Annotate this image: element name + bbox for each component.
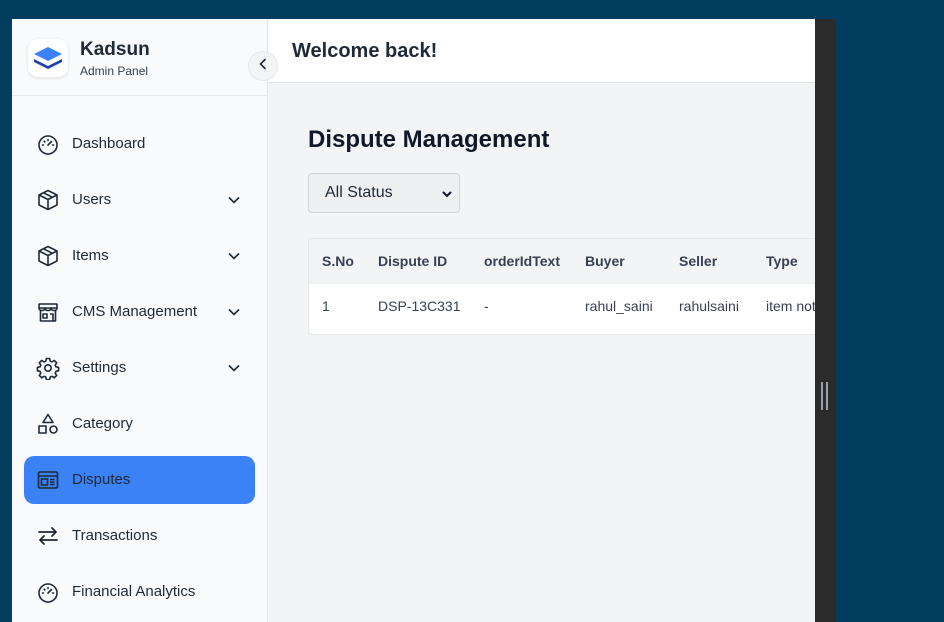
shapes-icon: [36, 412, 60, 436]
table-row[interactable]: 1 DSP-13C331 - rahul_saini rahulsaini it…: [309, 284, 815, 329]
column-header-type[interactable]: Type: [766, 253, 798, 269]
sidebar-item-label: Items: [72, 247, 109, 264]
layers-logo-icon: [28, 39, 68, 77]
cell-order-id: -: [484, 298, 489, 314]
brand-header: Kadsun Admin Panel: [12, 19, 267, 96]
sidebar-item-label: CMS Management: [72, 303, 198, 320]
sidebar-item-label: Category: [72, 415, 133, 432]
sidebar-item-label: Transactions: [72, 527, 158, 544]
status-filter-value: All Status: [325, 184, 393, 201]
table-header-row: S.No Dispute ID orderIdText Buyer Seller…: [309, 239, 815, 284]
sidebar-item-label: Disputes: [72, 471, 131, 488]
column-header-order-id[interactable]: orderIdText: [484, 253, 560, 269]
brand-name: Kadsun: [80, 39, 150, 60]
sidebar-item-items[interactable]: Items: [24, 232, 255, 280]
layout-panel-icon: [36, 468, 60, 492]
chevron-down-icon[interactable]: [225, 359, 243, 377]
status-filter-select[interactable]: All Status: [308, 173, 460, 213]
cell-seller: rahulsaini: [679, 298, 739, 314]
sidebar-nav: Dashboard Users Items CMS Management Set…: [24, 120, 255, 622]
chevron-down-icon[interactable]: [225, 247, 243, 265]
sidebar-item-cms-management[interactable]: CMS Management: [24, 288, 255, 336]
chevron-down-icon[interactable]: [225, 191, 243, 209]
chevron-down-icon: [441, 187, 453, 199]
sidebar-item-settings[interactable]: Settings: [24, 344, 255, 392]
box-icon: [36, 188, 60, 212]
welcome-heading: Welcome back!: [292, 40, 438, 62]
gear-icon: [36, 356, 60, 380]
column-header-sno[interactable]: S.No: [322, 253, 354, 269]
arrows-exchange-icon: [36, 524, 60, 548]
window-divider: [815, 19, 836, 622]
sidebar-item-financial-analytics[interactable]: Financial Analytics: [24, 568, 255, 616]
collapse-sidebar-button[interactable]: [248, 51, 278, 81]
resize-handle[interactable]: [821, 382, 828, 410]
sidebar-item-users[interactable]: Users: [24, 176, 255, 224]
sidebar-item-label: Users: [72, 191, 112, 208]
chevron-left-icon: [257, 57, 269, 75]
sidebar-item-dashboard[interactable]: Dashboard: [24, 120, 255, 168]
store-icon: [36, 300, 60, 324]
sidebar-item-label: Dashboard: [72, 135, 146, 152]
box-icon: [36, 244, 60, 268]
sidebar-item-category[interactable]: Category: [24, 400, 255, 448]
cell-dispute-id: DSP-13C331: [378, 298, 461, 314]
cell-sno: 1: [322, 298, 330, 314]
sidebar-item-disputes[interactable]: Disputes: [24, 456, 255, 504]
main-content: Dispute Management All Status S.No Dispu…: [268, 83, 815, 622]
top-header: Welcome back!: [268, 19, 815, 83]
gauge-icon: [36, 580, 60, 604]
sidebar: Kadsun Admin Panel Dashboard Users Items…: [12, 19, 268, 622]
column-header-dispute-id[interactable]: Dispute ID: [378, 253, 447, 269]
gauge-icon: [36, 132, 60, 156]
sidebar-item-transactions[interactable]: Transactions: [24, 512, 255, 560]
admin-app-window: Kadsun Admin Panel Dashboard Users Items…: [12, 19, 815, 622]
disputes-table: S.No Dispute ID orderIdText Buyer Seller…: [308, 238, 815, 335]
page-title: Dispute Management: [308, 126, 550, 153]
chevron-down-icon[interactable]: [225, 303, 243, 321]
cell-buyer: rahul_saini: [585, 298, 653, 314]
brand-subtitle: Admin Panel: [80, 64, 149, 78]
column-header-buyer[interactable]: Buyer: [585, 253, 625, 269]
column-header-seller[interactable]: Seller: [679, 253, 717, 269]
sidebar-item-label: Settings: [72, 359, 127, 376]
sidebar-item-label: Financial Analytics: [72, 583, 196, 600]
cell-type: item not received: [766, 298, 815, 314]
